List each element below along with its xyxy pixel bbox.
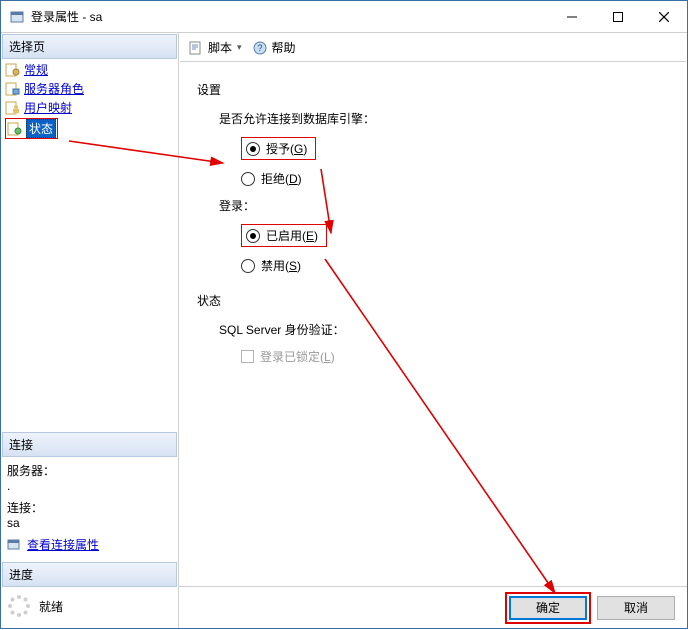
conn-label: 连接：	[7, 499, 172, 516]
connection-header: 连接	[2, 432, 177, 457]
radio-icon	[241, 172, 255, 186]
spinner-icon	[7, 594, 31, 618]
page-icon	[5, 63, 21, 77]
nav-item-server-roles[interactable]: 服务器角色	[1, 79, 178, 98]
footer: 确定 取消	[179, 586, 687, 628]
radio-enabled-label: 已启用(E)	[266, 227, 318, 244]
radio-deny[interactable]: 拒绝(D)	[241, 170, 669, 187]
left-pane: 选择页 常规 服务器角色	[1, 33, 179, 628]
nav-list: 常规 服务器角色 用户映射	[1, 60, 178, 146]
progress-header: 进度	[2, 562, 177, 587]
radio-disabled-label: 禁用(S)	[261, 257, 301, 274]
radio-icon	[246, 142, 260, 156]
page-icon	[7, 122, 23, 136]
help-button[interactable]: ? 帮助	[252, 39, 296, 56]
permission-group-label: 是否允许连接到数据库引擎：	[219, 110, 669, 127]
connection-block: 服务器： . 连接： sa 查看连接属性	[1, 458, 178, 561]
right-pane: 脚本 ▾ ? 帮助 设置 是否允许连接到数据库引擎： 授予(G)	[179, 33, 687, 628]
radio-disabled[interactable]: 禁用(S)	[241, 257, 669, 274]
login-group-label: 登录：	[219, 197, 669, 214]
status-header: 状态	[197, 292, 669, 309]
progress-text: 就绪	[39, 598, 63, 615]
progress-block: 就绪	[1, 588, 178, 628]
script-button[interactable]: 脚本 ▾	[188, 39, 242, 56]
checkbox-icon	[241, 350, 254, 363]
svg-text:?: ?	[257, 43, 262, 53]
settings-header: 设置	[197, 81, 669, 98]
toolbar: 脚本 ▾ ? 帮助	[180, 34, 686, 62]
nav-label: 服务器角色	[24, 80, 84, 97]
maximize-button[interactable]	[595, 1, 641, 33]
ok-button[interactable]: 确定	[509, 596, 587, 620]
server-value: .	[7, 479, 172, 493]
auth-label: SQL Server 身份验证：	[219, 321, 669, 338]
radio-grant-label: 授予(G)	[266, 140, 307, 157]
page-icon	[5, 101, 21, 115]
conn-value: sa	[7, 516, 172, 530]
server-label: 服务器：	[7, 462, 172, 479]
close-button[interactable]	[641, 1, 687, 33]
locked-label: 登录已锁定(L)	[260, 348, 335, 365]
cancel-button[interactable]: 取消	[597, 596, 675, 620]
radio-deny-label: 拒绝(D)	[261, 170, 302, 187]
nav-item-status[interactable]: 状态	[1, 117, 178, 140]
content: 设置 是否允许连接到数据库引擎： 授予(G) 拒绝(D) 登录：	[179, 63, 687, 586]
dropdown-caret-icon: ▾	[237, 42, 242, 53]
select-page-header: 选择页	[2, 34, 177, 59]
window-title: 登录属性 - sa	[31, 8, 549, 25]
view-connection-properties-link[interactable]: 查看连接属性	[27, 536, 99, 553]
help-label: 帮助	[272, 39, 296, 56]
titlebar: 登录属性 - sa	[1, 1, 687, 33]
page-icon	[5, 82, 21, 96]
window: 登录属性 - sa 选择页 常规	[0, 0, 688, 629]
nav-item-general[interactable]: 常规	[1, 60, 178, 79]
radio-icon	[241, 259, 255, 273]
radio-enabled[interactable]: 已启用(E)	[241, 224, 327, 247]
help-icon: ?	[252, 40, 268, 56]
app-icon	[9, 9, 25, 25]
body: 选择页 常规 服务器角色	[1, 33, 687, 628]
nav-label: 状态	[26, 119, 56, 138]
radio-icon	[246, 229, 260, 243]
locked-checkbox: 登录已锁定(L)	[241, 348, 669, 365]
script-icon	[188, 40, 204, 56]
radio-grant[interactable]: 授予(G)	[241, 137, 316, 160]
script-label: 脚本	[208, 39, 232, 56]
nav-label: 常规	[24, 61, 48, 78]
minimize-button[interactable]	[549, 1, 595, 33]
nav-item-user-mapping[interactable]: 用户映射	[1, 98, 178, 117]
conn-properties-icon	[7, 538, 23, 552]
nav-label: 用户映射	[24, 99, 72, 116]
